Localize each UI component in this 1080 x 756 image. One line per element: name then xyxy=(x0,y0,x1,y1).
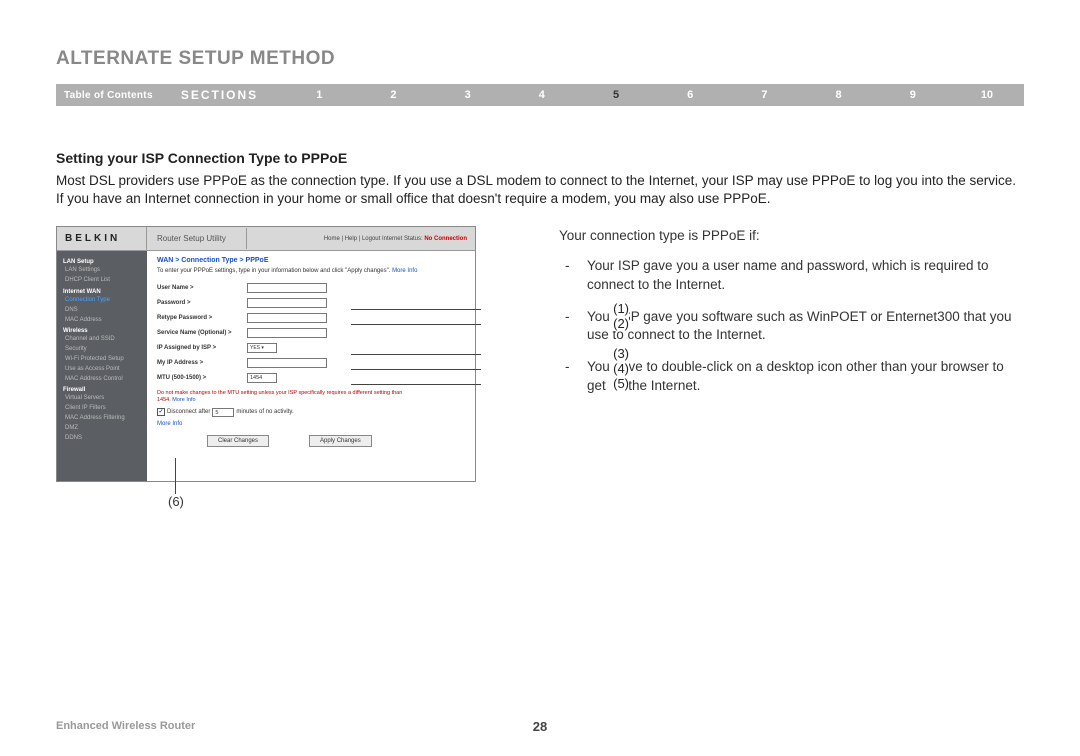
bullet-text: Your ISP gave you software such as WinPO… xyxy=(587,308,1024,344)
belkin-logo: BELKIN xyxy=(57,227,147,250)
callout-3: (3) xyxy=(609,346,629,361)
bullet-dash: - xyxy=(559,308,587,344)
disconnect-minutes-input[interactable]: 5 xyxy=(212,408,234,417)
label-ip-assigned: IP Assigned by ISP > xyxy=(157,345,247,351)
input-mtu[interactable]: 1454 xyxy=(247,373,277,383)
sidebar-item[interactable]: Use as Access Point xyxy=(65,366,143,374)
label-service-name: Service Name (Optional) > xyxy=(157,330,247,336)
sidebar-item[interactable]: Virtual Servers xyxy=(65,395,143,403)
footer-product: Enhanced Wireless Router xyxy=(56,720,195,732)
input-service-name[interactable] xyxy=(247,328,327,338)
section-9[interactable]: 9 xyxy=(876,89,950,101)
more-info-link[interactable]: More Info xyxy=(392,268,417,274)
disconnect-row: ✓ Disconnect after 5 minutes of no activ… xyxy=(157,408,465,417)
footer: Enhanced Wireless Router 28 xyxy=(56,720,1024,732)
sidebar-item[interactable]: Wi-Fi Protected Setup xyxy=(65,356,143,364)
section-1[interactable]: 1 xyxy=(282,89,356,101)
section-5[interactable]: 5 xyxy=(579,89,653,101)
sidebar-item[interactable]: MAC Address Filtering xyxy=(65,415,143,423)
section-8[interactable]: 8 xyxy=(801,89,875,101)
section-3[interactable]: 3 xyxy=(431,89,505,101)
label-retype-password: Retype Password > xyxy=(157,315,247,321)
sidebar-item[interactable]: LAN Settings xyxy=(65,267,143,275)
sidebar-item[interactable]: DMZ xyxy=(65,425,143,433)
toc-link[interactable]: Table of Contents xyxy=(64,90,153,101)
input-username[interactable] xyxy=(247,283,327,293)
topnav-links[interactable]: Home | Help | Logout Internet Status: xyxy=(324,236,423,242)
sidebar-item[interactable]: DHCP Client List xyxy=(65,277,143,285)
page-title: ALTERNATE SETUP METHOD xyxy=(56,48,1024,70)
sidebar-group-wireless: Wireless xyxy=(63,328,143,334)
sidebar-group-lan: LAN Setup xyxy=(63,259,143,265)
section-bar: Table of Contents SECTIONS 1 2 3 4 5 6 7… xyxy=(56,84,1024,106)
bullet-dash: - xyxy=(559,358,587,394)
screenshot-main: WAN > Connection Type > PPPoE To enter y… xyxy=(147,251,475,481)
clear-changes-button[interactable]: Clear Changes xyxy=(207,435,269,447)
bullet-dash: - xyxy=(559,257,587,293)
top-nav: Home | Help | Logout Internet Status: No… xyxy=(247,230,475,248)
apply-changes-button[interactable]: Apply Changes xyxy=(309,435,372,447)
disconnect-checkbox[interactable]: ✓ xyxy=(157,408,165,416)
callout-5: (5) xyxy=(609,376,629,391)
callout-6: (6) xyxy=(168,494,184,509)
sidebar-item[interactable]: DNS xyxy=(65,307,143,315)
more-info-bottom[interactable]: More Info xyxy=(157,421,465,427)
label-username: User Name > xyxy=(157,285,247,291)
section-10[interactable]: 10 xyxy=(950,89,1024,101)
sidebar-item[interactable]: MAC Address xyxy=(65,317,143,325)
sidebar: LAN Setup LAN Settings DHCP Client List … xyxy=(57,251,147,481)
sidebar-group-firewall: Firewall xyxy=(63,387,143,393)
sub-heading: Setting your ISP Connection Type to PPPo… xyxy=(56,150,1024,166)
sections-label: SECTIONS xyxy=(181,88,258,102)
sidebar-item[interactable]: Channel and SSID xyxy=(65,336,143,344)
sidebar-item[interactable]: Security xyxy=(65,346,143,354)
label-password: Password > xyxy=(157,300,247,306)
input-my-ip[interactable] xyxy=(247,358,327,368)
sidebar-item[interactable]: Client IP Filters xyxy=(65,405,143,413)
bullet-text: Your ISP gave you a user name and passwo… xyxy=(587,257,1024,293)
body-paragraph: Most DSL providers use PPPoE as the conn… xyxy=(56,172,1024,208)
section-7[interactable]: 7 xyxy=(727,89,801,101)
screenshot-wrapper: BELKIN Router Setup Utility Home | Help … xyxy=(56,226,511,482)
bullet-text: You have to double-click on a desktop ic… xyxy=(587,358,1024,394)
sidebar-item[interactable]: MAC Address Control xyxy=(65,376,143,384)
breadcrumb: WAN > Connection Type > PPPoE xyxy=(157,257,465,264)
right-lead: Your connection type is PPPoE if: xyxy=(559,228,1024,243)
section-2[interactable]: 2 xyxy=(356,89,430,101)
label-mtu: MTU (500-1500) > xyxy=(157,375,247,381)
utility-title: Router Setup Utility xyxy=(147,228,247,249)
page-number: 28 xyxy=(533,719,547,734)
label-my-ip: My IP Address > xyxy=(157,360,247,366)
section-4[interactable]: 4 xyxy=(505,89,579,101)
section-6[interactable]: 6 xyxy=(653,89,727,101)
sidebar-item-active[interactable]: Connection Type xyxy=(65,297,143,305)
mtu-warning: Do not make changes to the MTU setting u… xyxy=(157,390,407,403)
callout-4: (4) xyxy=(609,361,629,376)
sidebar-group-wan: Internet WAN xyxy=(63,289,143,295)
internet-status: No Connection xyxy=(424,236,467,242)
input-password[interactable] xyxy=(247,298,327,308)
sidebar-item[interactable]: DDNS xyxy=(65,435,143,443)
screenshot-description: To enter your PPPoE settings, type in yo… xyxy=(157,268,465,274)
input-retype-password[interactable] xyxy=(247,313,327,323)
select-ip-assigned[interactable]: YES ▾ xyxy=(247,343,277,353)
callout-2: (2) xyxy=(609,316,629,331)
callout-1: (1) xyxy=(609,301,629,316)
more-info-link-2[interactable]: More Info xyxy=(172,397,195,403)
